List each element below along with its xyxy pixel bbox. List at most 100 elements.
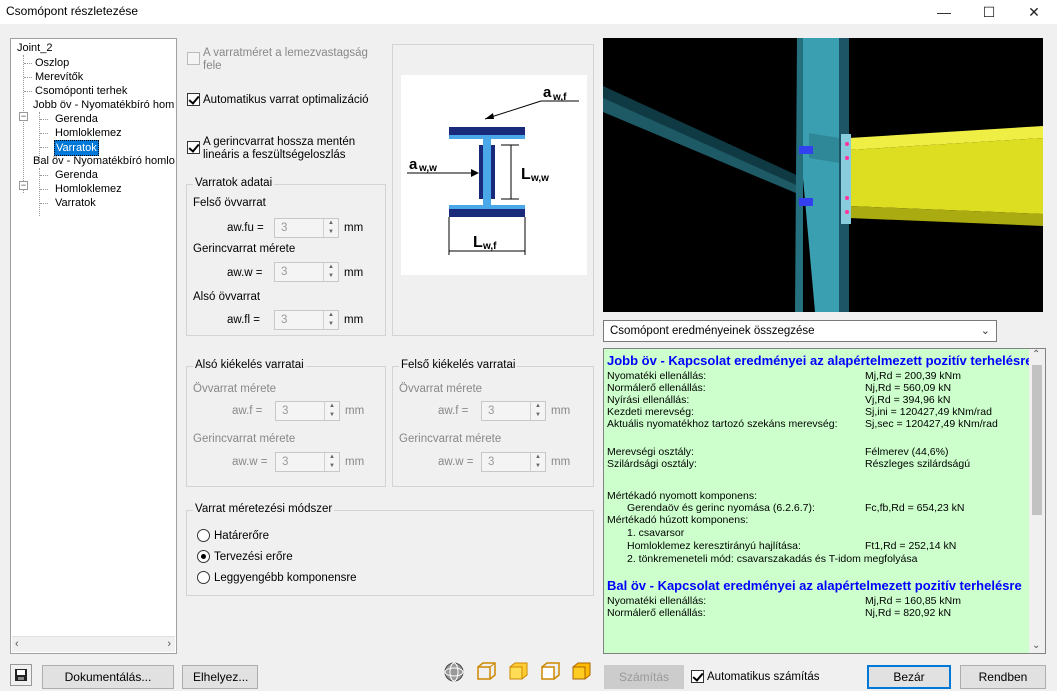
- document-button[interactable]: Dokumentálás...: [42, 665, 174, 689]
- results-left-heading: Bal öv - Kapcsolat eredményei az alapért…: [607, 578, 1022, 593]
- result-value: Részleges szilárdságú: [865, 458, 971, 470]
- sizing-method-title: Varrat méretezési módszer: [193, 503, 335, 515]
- radio-weakest-component[interactable]: [197, 571, 210, 584]
- half-thickness-checkbox[interactable]: [187, 52, 200, 65]
- radio-design-force[interactable]: [197, 550, 210, 563]
- stepper-arrows-icon: ▲ ▼: [323, 219, 338, 237]
- ok-button[interactable]: Rendben: [960, 665, 1046, 689]
- linear-stress-label-2: lineáris a feszültségeloszlás: [203, 149, 346, 161]
- half-thickness-label: A varratméret a lemezvastagság: [203, 47, 368, 59]
- result-label: Nyomatéki ellenállás:: [607, 370, 707, 382]
- lower-web-size-label: Gerincvarrat mérete: [193, 433, 296, 445]
- stepper-arrows-icon: ▲ ▼: [530, 402, 545, 420]
- save-button[interactable]: [10, 664, 32, 686]
- results-panel[interactable]: Jobb öv - Kapcsolat eredményei az alapér…: [603, 348, 1046, 654]
- upper-aw-w-stepper[interactable]: 3 ▲ ▼: [481, 452, 546, 472]
- aw-fu-label: aw.fu =: [227, 222, 264, 234]
- shaded-view-icon[interactable]: [570, 661, 592, 683]
- tree-horizontal-scrollbar[interactable]: ‹ ›: [12, 636, 175, 652]
- result-label: Gerendaöv és gerinc nyomása (6.2.6.7):: [627, 502, 815, 514]
- tree-item-left-welds[interactable]: Varratok: [55, 196, 96, 210]
- aw-w-stepper[interactable]: 3 ▲ ▼: [274, 262, 339, 282]
- tree-root[interactable]: Joint_2: [17, 41, 52, 55]
- l-ww-label: L: [521, 166, 531, 183]
- l-wf-sub: w,f: [482, 241, 497, 252]
- result-value: Nj,Rd = 560,09 kN: [865, 382, 952, 394]
- unit-label: mm: [344, 314, 364, 326]
- unit-label: mm: [345, 405, 365, 417]
- result-label: Mértékadó húzott komponens:: [607, 514, 749, 526]
- window-title: Csomópont részletezése: [6, 4, 139, 18]
- result-label: Normálerő ellenállás:: [607, 382, 706, 394]
- maximize-button[interactable]: ☐: [966, 0, 1012, 24]
- wireframe-view-icon[interactable]: [475, 661, 497, 683]
- tree-item-right-flange[interactable]: Jobb öv - Nyomatékbíró hom: [33, 98, 174, 112]
- lower-aw-f-stepper[interactable]: 3 ▲ ▼: [275, 401, 340, 421]
- lower-flange-size-label: Övvarrat mérete: [193, 383, 277, 395]
- aw-fl-label: aw.fl =: [227, 314, 260, 326]
- radio-weakest-component-label: Leggyengébb komponensre: [214, 572, 357, 584]
- tree-item-stiffeners[interactable]: Merevítők: [35, 70, 83, 84]
- scroll-down-icon[interactable]: ⌄: [1032, 640, 1040, 651]
- tree-item-left-flange[interactable]: Bal öv - Nyomatékbíró homlo: [33, 154, 175, 168]
- title-bar: Csomópont részletezése — ☐ ✕: [0, 0, 1057, 24]
- collapse-icon[interactable]: −: [19, 112, 28, 121]
- hidden-line-view-icon[interactable]: [539, 661, 561, 683]
- web-size-label: Gerincvarrat mérete: [193, 243, 296, 255]
- tree-item-left-endplate[interactable]: Homloklemez: [55, 182, 122, 196]
- scroll-right-icon[interactable]: ›: [167, 638, 171, 650]
- result-value: Fc,fb,Rd = 654,23 kN: [865, 502, 965, 514]
- calculate-button[interactable]: Számítás: [604, 665, 684, 689]
- 3d-viewer[interactable]: [603, 38, 1043, 312]
- weld-data-group: Varratok adatai Felső övvarrat aw.fu = 3…: [186, 177, 386, 336]
- scroll-thumb[interactable]: [1032, 365, 1042, 515]
- linear-stress-checkbox[interactable]: [187, 141, 200, 154]
- results-vertical-scrollbar[interactable]: ⌃ ⌄: [1029, 349, 1045, 653]
- unit-label: mm: [551, 405, 571, 417]
- result-label: Szilárdsági osztály:: [607, 458, 697, 470]
- tree-item-left-beam[interactable]: Gerenda: [55, 168, 98, 182]
- result-value: Félmerev (44,6%): [865, 446, 949, 458]
- tree-item-right-beam[interactable]: Gerenda: [55, 112, 98, 126]
- upper-haunch-title: Felső kiékelés varratai: [399, 359, 518, 371]
- joint-tree[interactable]: Joint_2 Oszlop Merevítők Csomóponti terh…: [10, 38, 177, 654]
- stepper-arrows-icon: ▲ ▼: [324, 402, 339, 420]
- result-label: 1. csavarsor: [627, 527, 685, 539]
- upper-aw-f-stepper[interactable]: 3 ▲ ▼: [481, 401, 546, 421]
- unit-label: mm: [344, 222, 364, 234]
- stepper-arrows-icon: ▲ ▼: [530, 453, 545, 471]
- tree-item-right-endplate[interactable]: Homloklemez: [55, 126, 122, 140]
- result-value: Sj,ini = 120427,49 kNm/rad: [865, 406, 992, 418]
- upper-haunch-group: Felső kiékelés varratai Övvarrat mérete …: [392, 359, 594, 487]
- auto-calc-checkbox[interactable]: [691, 670, 704, 683]
- scroll-left-icon[interactable]: ‹: [15, 638, 19, 650]
- result-label: Nyomatéki ellenállás:: [607, 595, 707, 607]
- scroll-up-icon[interactable]: ⌃: [1032, 349, 1040, 360]
- close-window-button[interactable]: ✕: [1011, 0, 1057, 24]
- result-value: Ft1,Rd = 252,14 kN: [865, 540, 957, 552]
- close-button[interactable]: Bezár: [867, 665, 951, 689]
- result-label: Merevségi osztály:: [607, 446, 694, 458]
- place-button[interactable]: Elhelyez...: [182, 665, 258, 689]
- render-mode-icon[interactable]: [443, 661, 465, 683]
- chevron-down-icon: ⌄: [980, 325, 990, 337]
- i-section-weld-diagram: a w,f a w,w L w,w L w,f: [401, 75, 587, 275]
- stepper-arrows-icon: ▲ ▼: [323, 263, 338, 281]
- auto-optimization-checkbox[interactable]: [187, 93, 200, 106]
- result-value: Vj,Rd = 394,96 kN: [865, 394, 951, 406]
- aw-fl-stepper[interactable]: 3 ▲ ▼: [274, 310, 339, 330]
- tree-item-column[interactable]: Oszlop: [35, 56, 69, 70]
- minimize-button[interactable]: —: [921, 0, 967, 24]
- lower-aw-w-stepper[interactable]: 3 ▲ ▼: [275, 452, 340, 472]
- solid-view-icon[interactable]: [507, 661, 529, 683]
- linear-stress-label: A gerincvarrat hossza mentén: [203, 136, 356, 148]
- aw-fu-stepper[interactable]: 3 ▲ ▼: [274, 218, 339, 238]
- collapse-icon[interactable]: −: [19, 181, 28, 190]
- results-type-select[interactable]: Csomópont eredményeinek összegzése ⌄: [603, 320, 997, 342]
- lower-aw-w-label: aw.w =: [232, 456, 268, 468]
- sizing-method-group: Varrat méretezési módszer Határerőre Ter…: [186, 503, 594, 596]
- tree-item-joint-loads[interactable]: Csomóponti terhek: [35, 84, 127, 98]
- a-ww-label: a: [409, 156, 418, 173]
- radio-limit-force[interactable]: [197, 529, 210, 542]
- lower-haunch-title: Alsó kiékelés varratai: [193, 359, 306, 371]
